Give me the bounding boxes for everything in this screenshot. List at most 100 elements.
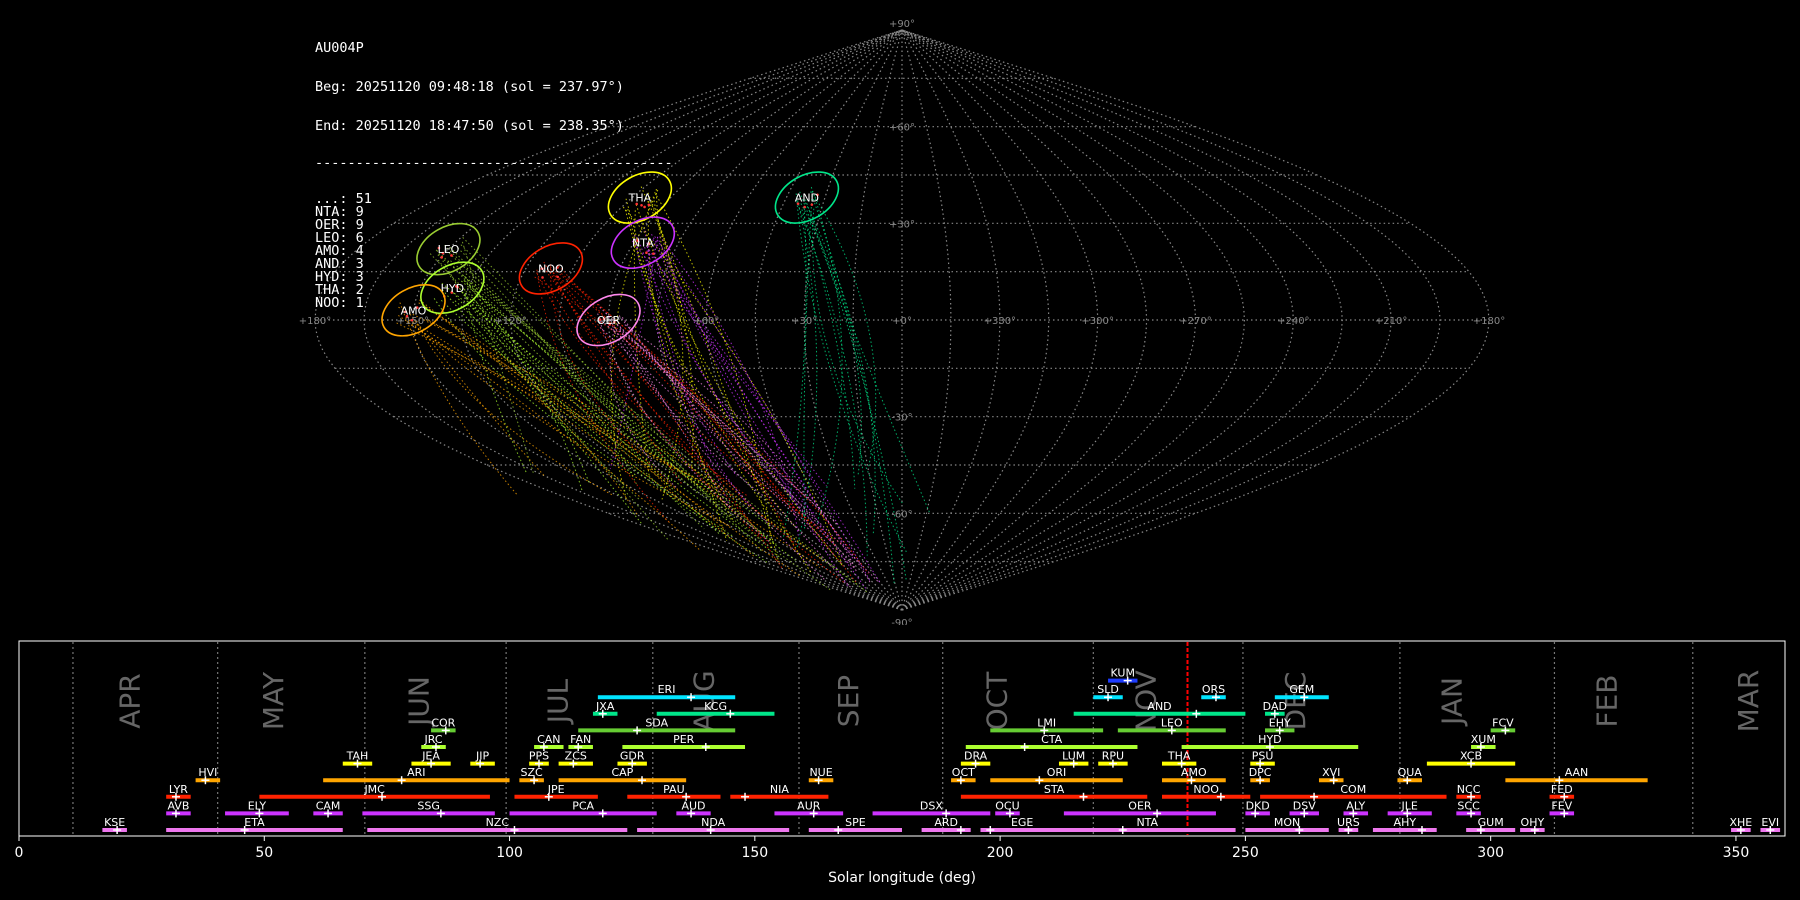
shower-dra: DRA <box>960 750 991 768</box>
shower-code: ORS <box>1202 683 1225 696</box>
shower-code: AUR <box>797 799 821 812</box>
shower-count-line: LEO: 6 <box>315 230 364 246</box>
shower-kse: KSE <box>102 816 127 834</box>
lon-tick-label: +60° <box>693 316 719 327</box>
x-axis: 0 50 100 150 200 250 300 350 <box>15 836 1750 861</box>
shower-code: OCU <box>995 799 1019 812</box>
shower-code: AND <box>1147 700 1171 713</box>
shower-code: SSG <box>417 799 440 812</box>
shower-code: PER <box>673 733 695 746</box>
month-label: JUL <box>541 678 574 725</box>
shower-dsv: DSV <box>1289 799 1319 818</box>
shower-count-line: NOO: 1 <box>315 295 364 311</box>
shower-code: NDA <box>701 816 726 829</box>
shower-rpu: RPU <box>1098 750 1128 768</box>
x-tick-label: 200 <box>987 845 1014 861</box>
shower-code: EVI <box>1761 816 1779 829</box>
meteor-trail <box>795 199 868 556</box>
shower-hvi: HVI <box>195 766 221 785</box>
shower-code: XCB <box>1460 750 1482 763</box>
shower-code: PAU <box>663 783 685 796</box>
lat-tick-label: -90° <box>891 618 912 625</box>
lon-tick-label: +270° <box>1179 316 1211 327</box>
meteor-trail <box>810 191 895 585</box>
shower-xvi: XVI <box>1318 766 1344 785</box>
shower-ehy: EHY <box>1265 716 1295 735</box>
meteor-trail <box>801 209 856 489</box>
shower-code: HVI <box>198 766 217 779</box>
shower-code: NCC <box>1457 783 1481 796</box>
meteor-trail <box>800 203 862 475</box>
shower-timeline-chart: APR MAY JUN JUL AUG SEP OCT NOV DEC JAN FEB MAR KUM… <box>15 640 1786 886</box>
month-label: SEP <box>832 675 865 727</box>
shower-fan: FAN <box>568 733 593 751</box>
shower-can: CAN <box>534 733 564 751</box>
lat-tick-label: -60° <box>891 509 912 520</box>
shower-code: LYR <box>169 783 188 796</box>
x-tick-label: 0 <box>15 845 24 861</box>
shower-code: ETA <box>244 816 265 829</box>
shower-cor: COR <box>431 716 456 735</box>
shower-fev: FEV <box>1549 799 1575 818</box>
shower-code: SDA <box>645 716 668 729</box>
shower-xum: XUM <box>1471 733 1496 751</box>
shower-code: CAM <box>316 799 341 812</box>
shower-code: GEM <box>1289 683 1314 696</box>
x-tick-label: 350 <box>1723 845 1750 861</box>
shower-count-line: HYD: 3 <box>315 269 364 285</box>
shower-code: GDR <box>620 750 645 763</box>
lon-tick-label: +180° <box>1473 316 1505 327</box>
shower-code: DAD <box>1263 700 1287 713</box>
meteor-trail <box>452 292 643 525</box>
shower-fed: FED <box>1549 783 1575 801</box>
begin-time: Beg: 20251120 09:48:18 (sol = 237.97°) <box>315 79 624 95</box>
shower-code: FAN <box>570 733 591 746</box>
shower-sld: SLD <box>1093 683 1123 702</box>
month-label: MAY <box>257 671 290 730</box>
shower-code: LUM <box>1062 750 1085 763</box>
shower-code: OER <box>1128 799 1152 812</box>
lon-tick-label: +210° <box>1375 316 1407 327</box>
shower-code: CAN <box>537 733 560 746</box>
meteor-trail <box>440 299 673 482</box>
shower-code: GUM <box>1478 816 1504 829</box>
shower-gdr: GDR <box>617 750 647 768</box>
meteor-point <box>803 205 806 209</box>
shower-code: AHY <box>1394 816 1417 829</box>
x-tick-label: 150 <box>741 845 768 861</box>
shower-dad: DAD <box>1263 700 1287 718</box>
lon-tick-label: +240° <box>1277 316 1309 327</box>
shower-lyr: LYR <box>166 783 191 801</box>
observation-info: AU004P Beg: 20251120 09:48:18 (sol = 237… <box>315 16 673 323</box>
shower-oct: OCT <box>951 766 976 785</box>
meteor-trail <box>408 319 730 527</box>
shower-code: AVB <box>167 799 189 812</box>
month-label: APR <box>114 673 147 729</box>
shower-code: ARD <box>934 816 958 829</box>
shower-code: AUD <box>681 799 705 812</box>
lon-tick-label: +0° <box>892 316 912 327</box>
meteor-trail <box>605 312 826 581</box>
month-label: MAR <box>1732 670 1765 733</box>
shower-count-line: AND: 3 <box>315 256 364 272</box>
shower-code: ARI <box>407 766 425 779</box>
shower-code: JLE <box>1401 799 1418 812</box>
shower-avb: AVB <box>166 799 191 818</box>
shower-code: AAN <box>1565 766 1589 779</box>
shower-aud: AUD <box>676 799 711 818</box>
meteor-trail <box>612 326 872 585</box>
shower-code: FED <box>1551 783 1573 796</box>
shower-code: STA <box>1044 783 1065 796</box>
x-tick-label: 100 <box>496 845 523 861</box>
shower-code: JRC <box>424 733 443 746</box>
shower-code: SZC <box>521 766 544 779</box>
month-label: OCT <box>980 671 1013 731</box>
meteor-trail <box>422 304 639 517</box>
shower-code: CTA <box>1041 733 1063 746</box>
shower-code: EGE <box>1011 816 1033 829</box>
shower-code: JIP <box>475 750 489 763</box>
meteor-trail <box>795 193 907 553</box>
shower-cam: CAM <box>313 799 343 818</box>
shower-code: EHY <box>1269 716 1291 729</box>
shower-pps: PPS <box>529 750 549 768</box>
